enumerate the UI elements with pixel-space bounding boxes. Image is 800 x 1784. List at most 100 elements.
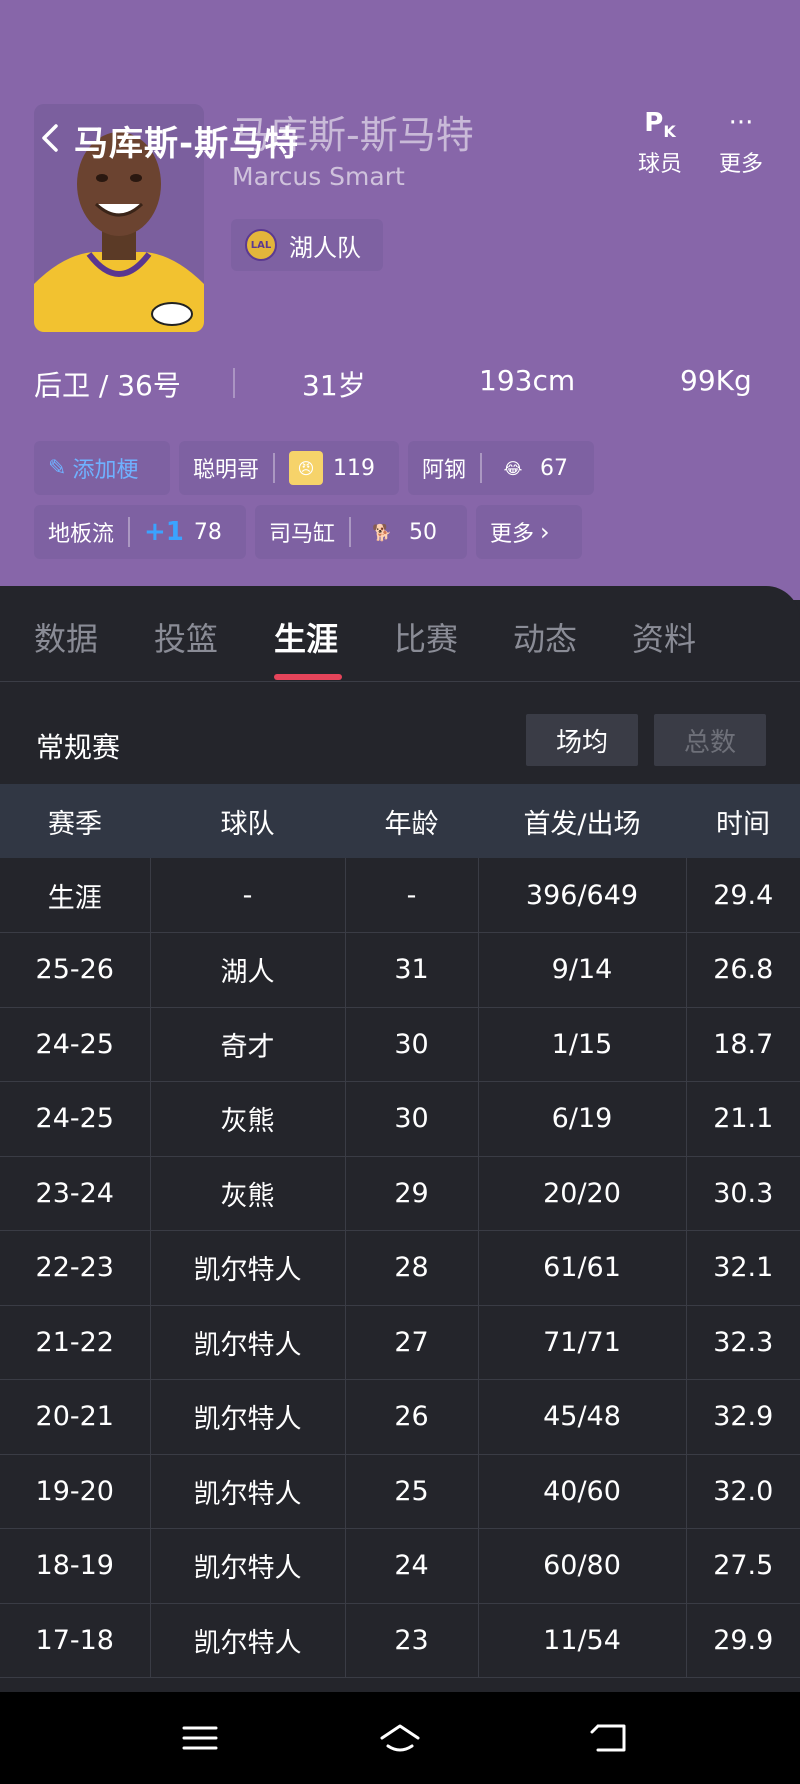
table-cell: 21.1 [686,1081,800,1157]
active-tab-indicator [274,674,342,680]
table-cell: 31 [345,932,479,1008]
team-chip[interactable]: LAL 湖人队 [231,219,383,271]
team-name: 湖人队 [289,233,361,262]
table-cell: 凯尔特人 [150,1454,346,1529]
table-cell: 25 [345,1454,479,1529]
menu-icon [182,1726,218,1750]
home-button[interactable] [378,1716,422,1760]
table-cell: 29.4 [686,858,800,933]
player-info-row: 后卫 / 36号 31岁 193cm 99Kg [0,360,800,404]
tag-item[interactable]: 聪明哥 😠 119 [179,441,399,495]
column-header[interactable]: 球队 [150,784,345,858]
career-stats-table: 赛季 球队 年龄 首发/出场 时间 生涯 - -396/649 29.4 25-26 湖人… [0,784,800,1678]
back-nav-button[interactable] [588,1716,632,1760]
home-icon [380,1724,420,1752]
angry-face-icon: 😠 [289,451,324,485]
table-header-row: 赛季 球队 年龄 首发/出场 时间 [0,784,800,858]
tag-item[interactable]: 司马缸 🐕 50 [255,505,467,559]
chevron-right-icon: › [540,518,550,546]
per-game-toggle[interactable]: 场均 [526,714,638,766]
table-row[interactable]: 22-23 凯尔特人 28 61/61 32.1 [0,1230,800,1306]
tag-count: 78 [193,519,222,545]
more-tags-button[interactable]: 更多 › [476,505,582,559]
table-cell: 40/60 [478,1454,687,1529]
add-tag-label: 添加梗 [72,458,139,483]
table-cell: 20/20 [478,1156,687,1231]
column-header[interactable]: 年龄 [345,784,478,858]
tag-divider [128,517,131,547]
table-cell: 29.9 [686,1603,800,1678]
table-cell: 凯尔特人 [150,1305,346,1380]
table-cell: 6/19 [478,1081,687,1157]
table-row[interactable]: 生涯 - -396/649 29.4 [0,858,800,933]
tab-profile[interactable]: 资料 [632,614,696,660]
table-cell: 30 [345,1007,479,1082]
table-cell: 24 [345,1528,479,1604]
table-row[interactable]: 20-21 凯尔特人 26 45/48 32.9 [0,1379,800,1455]
table-row[interactable]: 24-25 灰熊 30 6/19 21.1 [0,1081,800,1157]
table-cell: 32.3 [686,1305,800,1380]
pk-button[interactable]: PK 球员 [625,104,695,178]
table-cell: 奇才 [150,1007,346,1082]
more-button[interactable]: ··· 更多 [706,104,776,178]
player-age: 31岁 [302,369,366,402]
doge-icon: 🐕 [372,522,392,542]
add-tag-button[interactable]: ✎ 添加梗 [34,441,170,495]
pencil-icon: ✎ [48,455,67,481]
player-name-en: Marcus Smart [232,162,405,191]
table-cell: 18.7 [686,1007,800,1082]
column-header[interactable]: 首发/出场 [478,784,686,858]
table-row[interactable]: 18-19 凯尔特人 24 60/80 27.5 [0,1528,800,1604]
tag-label: 地板流 [48,522,115,547]
table-cell: 27.5 [686,1528,800,1604]
totals-toggle[interactable]: 总数 [654,714,766,766]
table-cell: 19-20 [0,1454,151,1529]
table-cell: 28 [345,1230,479,1306]
tag-item[interactable]: 地板流 +1 78 [34,505,246,559]
table-cell: 32.1 [686,1230,800,1306]
plus-one-icon: +1 [144,517,184,547]
table-cell: 凯尔特人 [150,1528,346,1604]
table-cell: 灰熊 [150,1156,346,1231]
section-title: 常规赛 [36,731,121,764]
table-row[interactable]: 25-26 湖人 31 9/14 26.8 [0,932,800,1008]
more-label: 更多 [718,152,763,177]
tag-count: 119 [333,455,376,481]
column-header[interactable]: 时间 [686,784,800,858]
tab-career[interactable]: 生涯 [274,614,338,660]
column-header[interactable]: 赛季 [0,784,150,858]
table-cell: 23 [345,1603,479,1678]
tag-item[interactable]: 阿钢 😂 67 [408,441,594,495]
table-cell: 9/14 [478,932,687,1008]
table-cell: 61/61 [478,1230,687,1306]
tab-games[interactable]: 比赛 [394,614,458,660]
table-cell: 24-25 [0,1081,151,1157]
table-cell: - [150,858,346,933]
table-row[interactable]: 17-18 凯尔特人 23 11/54 29.9 [0,1603,800,1678]
table-cell: - [345,858,479,933]
tab-shooting[interactable]: 投篮 [154,614,218,660]
tag-label: 聪明哥 [193,458,260,483]
tag-divider [349,517,352,547]
tag-label: 阿钢 [422,458,467,483]
more-tags-label: 更多 [490,522,535,547]
tab-data[interactable]: 数据 [34,614,98,660]
tag-count: 67 [540,455,569,481]
table-cell: 23-24 [0,1156,151,1231]
table-cell: 20-21 [0,1379,151,1455]
back-button[interactable] [36,118,64,158]
tag-divider [480,453,483,483]
table-cell: 27 [345,1305,479,1380]
table-cell: 45/48 [478,1379,687,1455]
menu-button[interactable] [178,1716,222,1760]
table-row[interactable]: 24-25 奇才 30 1/15 18.7 [0,1007,800,1082]
system-nav-bar [0,1692,800,1784]
table-cell: 30.3 [686,1156,800,1231]
table-cell: 凯尔特人 [150,1379,346,1455]
player-header: 马库斯-斯马特 马库斯-斯马特 Marcus Smart LAL 湖人队 PK … [0,0,800,600]
table-cell: 25-26 [0,932,151,1008]
table-row[interactable]: 21-22 凯尔特人 27 71/71 32.3 [0,1305,800,1380]
table-row[interactable]: 23-24 灰熊 29 20/20 30.3 [0,1156,800,1231]
tab-news[interactable]: 动态 [513,614,577,660]
table-row[interactable]: 19-20 凯尔特人 25 40/60 32.0 [0,1454,800,1529]
